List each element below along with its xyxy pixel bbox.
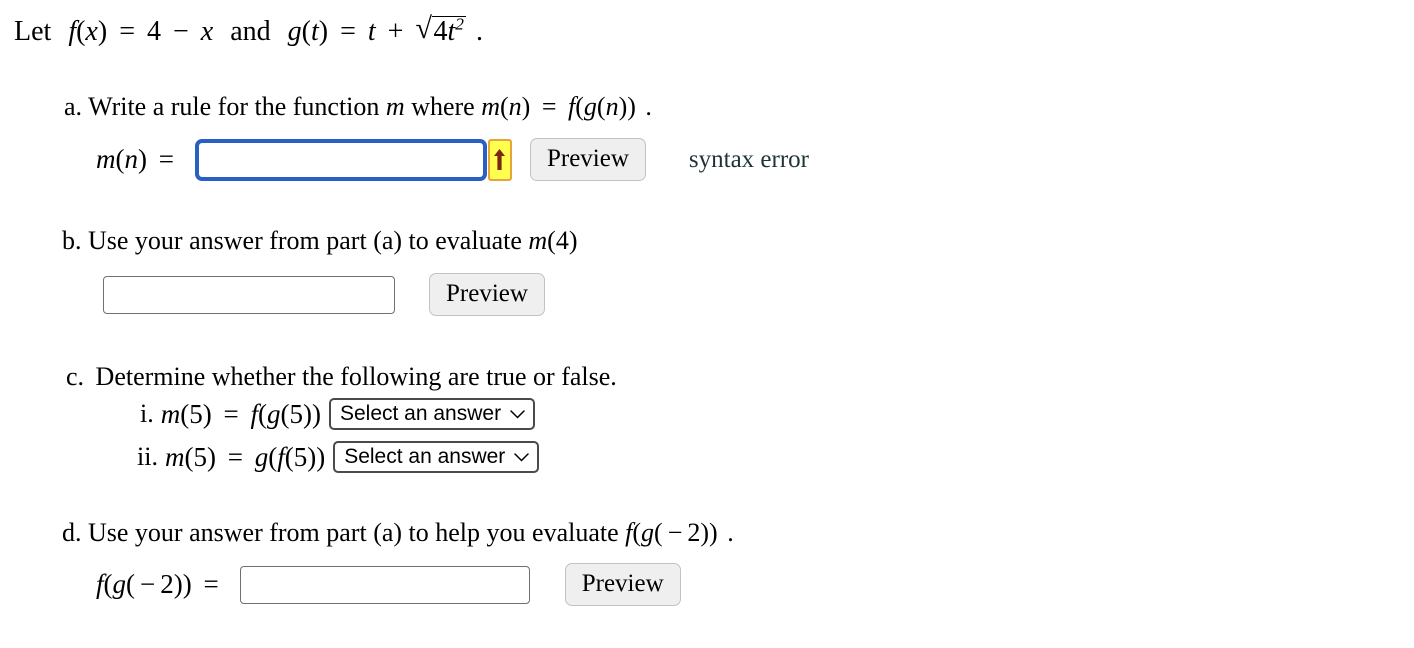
- part-d-prompt-end: .: [727, 518, 734, 547]
- up-arrow-icon: [494, 148, 506, 170]
- function-g-name: g: [287, 16, 302, 47]
- part-d-prompt-inner: g: [641, 518, 655, 547]
- problem-stem: Let f(x) = 4 − x and g(t) = t + √ 4t2 .: [14, 12, 486, 47]
- part-c-ii-lhs-name: m: [164, 441, 185, 472]
- part-a-lhs-name: m: [481, 92, 500, 121]
- part-c-i-rhs-outer: f: [250, 398, 258, 429]
- part-d-label-inner: g: [112, 569, 127, 599]
- part-c-equation-i: m(5) = f(g(5)): [160, 398, 321, 429]
- part-c-i-rhs-inner: g: [266, 398, 281, 429]
- part-c-ii-equals: =: [227, 441, 243, 472]
- part-d-marker: d.: [62, 518, 82, 547]
- part-a-prompt: a. Write a rule for the function m where…: [64, 92, 655, 122]
- part-c-ii-rhs-outer: g: [254, 441, 269, 472]
- radical-sign-icon: √: [415, 12, 432, 45]
- part-b-prompt-text: Use your answer from part (a) to evaluat…: [88, 226, 522, 255]
- stem-lead: Let: [14, 16, 52, 47]
- part-a-answer-label: m(n) =: [96, 146, 179, 173]
- part-a-prompt-var: m: [385, 92, 405, 121]
- part-c-item-ii: ii. m(5) = g(f(5)) Select an answer: [137, 441, 540, 473]
- stem-period: .: [475, 16, 483, 47]
- part-c-equation-ii: m(5) = g(f(5)): [164, 441, 326, 472]
- chevron-down-icon: [510, 409, 525, 419]
- part-b-prompt-arg: 4: [555, 226, 569, 255]
- part-a-prompt-pre: Write a rule for the function: [88, 92, 380, 121]
- part-c-i-rhs-arg: 5: [289, 398, 303, 429]
- part-d-prompt-num: 2: [687, 518, 701, 547]
- part-c-ii-rhs-arg: 5: [293, 441, 308, 472]
- part-a-prompt-mid: where: [411, 92, 475, 121]
- square-root-expression: √ 4t2: [415, 12, 466, 47]
- part-b-marker: b.: [62, 226, 82, 255]
- function-g-arg: t: [310, 16, 319, 47]
- part-a-preview-button[interactable]: Preview: [529, 138, 646, 181]
- part-c-ii-answer-select[interactable]: Select an answer: [333, 441, 540, 473]
- chevron-down-icon: [514, 452, 530, 462]
- part-a-answer-row: m(n) = Preview syntax error: [96, 138, 809, 181]
- part-b-answer-input[interactable]: [103, 275, 395, 314]
- part-a-label-equals: =: [158, 144, 174, 174]
- part-c-ii-select-value: Select an answer: [344, 445, 506, 468]
- part-d-label-outer: f: [96, 569, 104, 599]
- part-c-marker: c.: [66, 362, 85, 391]
- part-a-prompt-equals: =: [541, 92, 557, 121]
- part-d-prompt: d. Use your answer from part (a) to help…: [62, 518, 737, 548]
- part-b-prompt: b. Use your answer from part (a) to eval…: [62, 226, 578, 255]
- function-f-name: f: [68, 16, 77, 47]
- part-d-answer-row: f(g(−2)) = Preview: [96, 563, 681, 606]
- function-f-arg: x: [85, 16, 98, 47]
- radicand-exponent: 2: [455, 14, 464, 34]
- part-c-i-equals: =: [223, 398, 239, 429]
- part-c-i-select-value: Select an answer: [339, 402, 502, 425]
- stem-f-body-var: x: [200, 16, 214, 47]
- part-d-label-op: −: [140, 569, 156, 599]
- part-d-preview-button[interactable]: Preview: [564, 563, 681, 606]
- stem-g-equals: =: [340, 16, 356, 47]
- part-a-status-message: syntax error: [688, 145, 809, 173]
- stem-g-body-var: t: [367, 16, 376, 47]
- up-arrow-icon-button[interactable]: [487, 138, 512, 181]
- stem-f-body-num: 4: [146, 16, 161, 47]
- part-d-answer-label: f(g(−2)) =: [96, 571, 224, 598]
- part-a-rhs-arg: n: [605, 92, 619, 121]
- part-a-label-arg: n: [124, 144, 139, 174]
- part-a-marker: a.: [64, 92, 83, 121]
- part-b-prompt-fn: m: [528, 226, 548, 255]
- part-c-i-lhs-name: m: [160, 398, 181, 429]
- part-d-answer-input[interactable]: [239, 565, 530, 604]
- part-c-ii-lhs-arg: 5: [193, 441, 207, 472]
- part-a-label-name: m: [96, 144, 116, 174]
- part-a-rhs-inner: g: [583, 92, 597, 121]
- stem-f-equals: =: [119, 16, 135, 47]
- part-c-i-lhs-arg: 5: [189, 398, 203, 429]
- part-b-preview-button[interactable]: Preview: [429, 273, 545, 316]
- part-c-prompt: c. Determine whether the following are t…: [66, 362, 617, 392]
- part-c-item-i: i. m(5) = f(g(5)) Select an answer: [140, 398, 536, 430]
- part-c-numeral-i: i.: [140, 399, 154, 428]
- stem-conjunction: and: [230, 16, 271, 47]
- part-c-ii-rhs-inner: f: [277, 441, 285, 472]
- part-d-label-equals: =: [203, 569, 219, 599]
- part-b-answer-row: Preview: [103, 273, 545, 316]
- part-c-i-answer-select[interactable]: Select an answer: [328, 398, 536, 430]
- part-a-prompt-end: .: [645, 92, 652, 121]
- part-d-label-num: 2: [160, 569, 174, 599]
- part-d-prompt-text: Use your answer from part (a) to help yo…: [88, 518, 619, 547]
- part-d-prompt-op: −: [667, 518, 683, 547]
- part-c-numeral-ii: ii.: [137, 442, 158, 471]
- radicand-coefficient: 4: [433, 16, 448, 47]
- stem-f-body-op: −: [172, 16, 189, 47]
- part-c-prompt-text: Determine whether the following are true…: [95, 362, 617, 391]
- part-a-lhs-arg: n: [508, 92, 522, 121]
- part-a-answer-input[interactable]: [194, 138, 487, 181]
- stem-g-body-op: +: [387, 16, 404, 47]
